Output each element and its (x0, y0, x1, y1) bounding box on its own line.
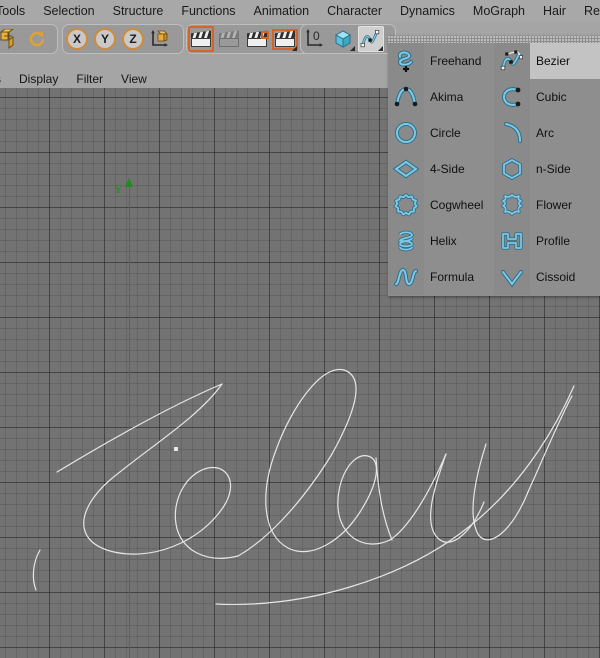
palette-right-column: Bezier Cubic Arc n-Side Flower Profile C… (494, 43, 600, 296)
menu-item-render[interactable]: Render (575, 0, 600, 22)
palette-item-n-side[interactable]: n-Side (494, 151, 600, 187)
palette-item-label: Cubic (536, 90, 567, 104)
palette-item-circle[interactable]: Circle (388, 115, 494, 151)
menu-item-mograph[interactable]: MoGraph (464, 0, 534, 22)
render-active-objects-icon[interactable] (244, 26, 270, 52)
main-menu-bar: ToolsSelectionStructureFunctionsAnimatio… (0, 0, 600, 22)
spline-point-marker (174, 447, 178, 451)
palette-item-label: Circle (430, 126, 461, 140)
null-object-icon[interactable]: 0 (302, 26, 328, 52)
palette-item-freehand[interactable]: Freehand (388, 43, 494, 79)
cubic-spline-icon (494, 79, 530, 115)
palette-item-label: Cissoid (536, 270, 576, 284)
palette-columns: Freehand Akima Circle 4-Side Cogwheel He… (388, 43, 600, 296)
flower-spline-icon (494, 187, 530, 223)
move-axis-icon[interactable] (0, 26, 22, 52)
cissoid-spline-icon (494, 259, 530, 295)
palette-drag-handle[interactable] (388, 36, 600, 43)
spline-primitives-palette[interactable]: Freehand Akima Circle 4-Side Cogwheel He… (388, 36, 600, 296)
menu-item-hair[interactable]: Hair (534, 0, 575, 22)
spline-pen-icon[interactable] (358, 26, 384, 52)
viewport-menu-item-display[interactable]: Display (10, 71, 67, 88)
palette-left-column: Freehand Akima Circle 4-Side Cogwheel He… (388, 43, 494, 296)
axis-x-icon[interactable]: X (64, 26, 90, 52)
menu-item-dynamics[interactable]: Dynamics (391, 0, 464, 22)
freehand-spline-icon (388, 43, 424, 79)
four-side-spline-icon (388, 151, 424, 187)
palette-item-profile[interactable]: Profile (494, 223, 600, 259)
palette-item-formula[interactable]: Formula (388, 259, 494, 295)
render-to-picture-viewer-icon[interactable] (272, 26, 298, 52)
palette-item-label: 4-Side (430, 162, 465, 176)
palette-item-4-side[interactable]: 4-Side (388, 151, 494, 187)
palette-item-label: Helix (430, 234, 457, 248)
viewport-menu-item-view[interactable]: View (112, 71, 156, 88)
akima-spline-icon (388, 79, 424, 115)
palette-item-cubic[interactable]: Cubic (494, 79, 600, 115)
toolbar-group-create: 0 (300, 24, 396, 54)
palette-item-label: Formula (430, 270, 475, 284)
circle-spline-icon (388, 115, 424, 151)
palette-item-label: Bezier (536, 54, 571, 68)
helix-spline-icon (388, 223, 424, 259)
palette-item-label: Cogwheel (430, 198, 484, 212)
menu-item-tools[interactable]: Tools (0, 0, 34, 22)
palette-item-label: n-Side (536, 162, 571, 176)
palette-item-akima[interactable]: Akima (388, 79, 494, 115)
cogwheel-spline-icon (388, 187, 424, 223)
axis-z-icon[interactable]: Z (120, 26, 146, 52)
axis-y-icon[interactable]: Y (92, 26, 118, 52)
palette-item-flower[interactable]: Flower (494, 187, 600, 223)
menu-item-animation[interactable]: Animation (245, 0, 319, 22)
n-side-spline-icon (494, 151, 530, 187)
palette-item-label: Arc (536, 126, 554, 140)
menu-item-character[interactable]: Character (318, 0, 391, 22)
toolbar-group-transform (0, 24, 58, 54)
palette-item-cissoid[interactable]: Cissoid (494, 259, 600, 295)
world-object-axis-icon[interactable] (148, 26, 174, 52)
palette-item-label: Akima (430, 90, 464, 104)
menu-item-selection[interactable]: Selection (34, 0, 103, 22)
palette-item-label: Profile (536, 234, 571, 248)
arc-spline-icon (494, 115, 530, 151)
palette-item-helix[interactable]: Helix (388, 223, 494, 259)
menu-item-structure[interactable]: Structure (104, 0, 173, 22)
render-region-icon[interactable] (216, 26, 242, 52)
cube-primitive-icon[interactable] (330, 26, 356, 52)
palette-item-label: Flower (536, 198, 573, 212)
palette-item-label: Freehand (430, 54, 482, 68)
viewport-menu-item-filter[interactable]: Filter (67, 71, 112, 88)
palette-item-bezier[interactable]: Bezier (494, 43, 600, 79)
palette-item-cogwheel[interactable]: Cogwheel (388, 187, 494, 223)
formula-spline-icon (388, 259, 424, 295)
render-view-icon[interactable] (188, 26, 214, 52)
profile-spline-icon (494, 223, 530, 259)
toolbar-group-axis-lock: X Y Z (62, 24, 184, 54)
bezier-spline-icon (494, 43, 530, 79)
rotate-icon[interactable] (24, 26, 50, 52)
palette-item-arc[interactable]: Arc (494, 115, 600, 151)
svg-text:0: 0 (313, 29, 320, 43)
viewport-menu-item-s[interactable]: s (0, 71, 10, 88)
menu-item-functions[interactable]: Functions (172, 0, 244, 22)
